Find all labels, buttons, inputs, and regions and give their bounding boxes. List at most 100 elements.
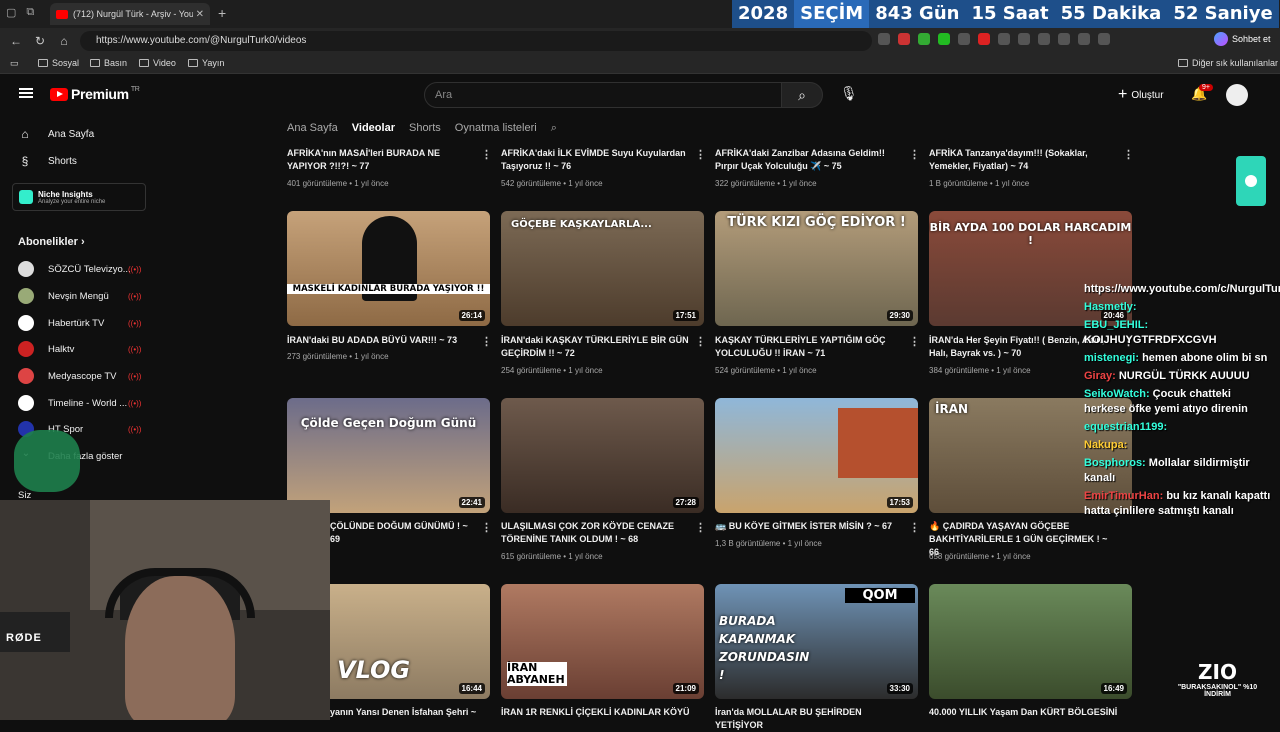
channel-avatar — [18, 261, 34, 277]
other-bookmarks[interactable]: Diğer sık kullanılanlar — [1178, 58, 1278, 68]
bookmark-folder[interactable]: Basın — [90, 58, 127, 68]
sidebar-item-sub[interactable]: Halktv ((•)) — [18, 341, 141, 357]
video-title[interactable]: KAŞKAY TÜRKLERİYLE YAPTIĞIM GÖÇ YOLCULUĞ… — [715, 334, 905, 360]
thumbnail-caption: BURADA KAPANMAK ZORUNDASIN ! — [719, 614, 810, 682]
video-title[interactable]: yanın Yansı Denen İsfahan Şehri ~ — [330, 706, 500, 719]
tab-playlists[interactable]: Oynatma listeleri — [455, 122, 537, 135]
video-title[interactable]: İran'da MOLLALAR BU ŞEHİRDEN YETİŞİYOR — [715, 706, 905, 732]
back-icon[interactable]: ← — [8, 34, 24, 48]
video-title[interactable]: ULAŞILMASI ÇOK ZOR KÖYDE CENAZE TÖRENİNE… — [501, 520, 691, 546]
video-thumbnail[interactable]: Çölde Geçen Doğum Günü 22:41 — [287, 398, 490, 513]
search-button[interactable]: ⌕ — [781, 82, 823, 108]
more-options-icon[interactable]: ⋮ — [481, 148, 492, 161]
tab-home[interactable]: Ana Sayfa — [287, 122, 338, 135]
extension-icon[interactable] — [1018, 33, 1030, 45]
home-icon[interactable]: ⌂ — [56, 34, 72, 48]
extension-icon[interactable] — [1038, 33, 1050, 45]
side-widget-button[interactable] — [1236, 156, 1266, 206]
video-thumbnail[interactable]: BURADA KAPANMAK ZORUNDASIN ! QOM 33:30 — [715, 584, 918, 699]
headphones-icon — [105, 568, 255, 618]
overlay-plant-graphic — [14, 430, 80, 492]
video-duration: 22:41 — [458, 497, 485, 508]
refresh-icon[interactable]: ↻ — [32, 34, 48, 48]
youtube-logo[interactable]: Premium TR — [50, 86, 140, 102]
more-options-icon[interactable]: ⋮ — [909, 335, 920, 348]
extension-icon[interactable] — [918, 33, 930, 45]
video-title[interactable]: 40.000 YILLIK Yaşam Dan KÜRT BÖLGESİNİ — [929, 706, 1119, 719]
video-title[interactable]: AFRİKA Tanzanya'dayım!!! (Sokaklar, Yeme… — [929, 147, 1119, 173]
more-options-icon[interactable]: ⋮ — [695, 335, 706, 348]
workspace-icon[interactable]: ▢ — [6, 6, 16, 19]
sidebar-item-sub[interactable]: Nevşin Mengü ((•)) — [18, 288, 141, 304]
extension-icons — [878, 33, 1110, 45]
more-options-icon[interactable]: ⋮ — [481, 335, 492, 348]
bookmark-folder[interactable]: Video — [139, 58, 176, 68]
channel-tabs: Ana Sayfa Videolar Shorts Oynatma listel… — [287, 122, 557, 135]
video-title[interactable]: İRAN 1R RENKLİ ÇİÇEKLİ KADINLAR KÖYÜ — [501, 706, 691, 719]
more-options-icon[interactable]: ⋮ — [481, 521, 492, 534]
countdown-hours: 15 Saat — [965, 0, 1055, 28]
video-thumbnail[interactable]: TÜRK KIZI GÖÇ EDİYOR ! 29:30 — [715, 211, 918, 326]
extension-icon[interactable] — [978, 33, 990, 45]
sidebar-item-shorts[interactable]: § Shorts — [18, 154, 77, 168]
more-options-icon[interactable]: ⋮ — [909, 148, 920, 161]
more-options-icon[interactable]: ⋮ — [1123, 148, 1134, 161]
video-thumbnail[interactable]: İRAN ABYANEH 21:09 — [501, 584, 704, 699]
browser-tab-youtube[interactable]: (712) Nurgül Türk - Arşiv - YouTube ✕ — [50, 3, 210, 25]
niche-insights-banner[interactable]: Niche Insights Analyze your entire niche — [12, 183, 146, 211]
video-thumbnail[interactable]: 17:53 — [715, 398, 918, 513]
extension-icon[interactable] — [1098, 33, 1110, 45]
video-thumbnail[interactable]: 16:49 — [929, 584, 1132, 699]
video-title[interactable]: AFRİKA'daki İLK EVİMDE Suyu Kuyulardan T… — [501, 147, 691, 173]
url-field[interactable]: https://www.youtube.com/@NurgulTurk0/vid… — [80, 31, 872, 51]
tab-shorts[interactable]: Shorts — [409, 122, 441, 135]
sidebar-item-sub[interactable]: Medyascope TV ((•)) — [18, 368, 141, 384]
chat-user: EBU_JEHIL: — [1084, 319, 1149, 331]
video-thumbnail[interactable]: 27:28 — [501, 398, 704, 513]
video-title[interactable]: ÇÖLÜNDE DOĞUM GÜNÜMÜ ! ~ 69 — [330, 520, 480, 546]
new-tab-button[interactable]: + — [218, 5, 226, 21]
extension-icon[interactable] — [1078, 33, 1090, 45]
voice-search-icon[interactable]: 🎙 — [840, 85, 858, 102]
tab-title: (712) Nurgül Türk - Arşiv - YouTube — [73, 9, 193, 19]
copilot-chat-button[interactable]: Sohbet et — [1214, 32, 1271, 46]
folder-icon — [90, 59, 100, 67]
extension-icon[interactable] — [958, 33, 970, 45]
subscriptions-heading[interactable]: Abonelikler › — [18, 236, 85, 248]
extension-icon[interactable] — [1058, 33, 1070, 45]
video-title[interactable]: İRAN'daki KAŞKAY TÜRKLERİYLE BİR GÜN GEÇ… — [501, 334, 691, 360]
bookmark-folder[interactable]: Sosyal — [38, 58, 79, 68]
video-title[interactable]: 🚌 BU KÖYE GİTMEK İSTER MİSİN ? ~ 67 — [715, 520, 905, 533]
sidebar-item-sub[interactable]: Timeline - World ... ((•)) — [18, 395, 141, 411]
more-options-icon[interactable]: ⋮ — [909, 521, 920, 534]
bookmark-folder[interactable]: Yayın — [188, 58, 224, 68]
extension-icon[interactable] — [898, 33, 910, 45]
chat-user: Bosphoros: — [1084, 457, 1146, 469]
extension-icon[interactable] — [998, 33, 1010, 45]
avatar[interactable] — [1226, 84, 1248, 106]
extension-icon[interactable] — [938, 33, 950, 45]
channel-search-icon[interactable]: ⌕ — [551, 122, 557, 135]
bookmarks-menu-icon[interactable]: ▭ — [10, 58, 19, 69]
video-title[interactable]: İRAN'daki BU ADADA BÜYÜ VAR!!! ~ 73 — [287, 334, 477, 347]
sidebar-item-home[interactable]: ⌂ Ana Sayfa — [18, 127, 94, 141]
video-thumbnail[interactable]: GÖÇEBE KAŞKAYLARLA... 17:51 — [501, 211, 704, 326]
tab-videos[interactable]: Videolar — [352, 122, 395, 135]
election-countdown: 2028 SEÇİM 843 Gün 15 Saat 55 Dakika 52 … — [732, 0, 1279, 28]
tab-actions-icon[interactable]: ⧉ — [26, 6, 34, 19]
close-tab-icon[interactable]: ✕ — [196, 9, 204, 20]
more-options-icon[interactable]: ⋮ — [695, 148, 706, 161]
more-options-icon[interactable]: ⋮ — [695, 521, 706, 534]
video-title[interactable]: AFRİKA'nın MASAİ'leri BURADA NE YAPIYOR … — [287, 147, 477, 173]
sidebar-item-sub[interactable]: SÖZCÜ Televizyo... ((•)) — [18, 261, 141, 277]
video-thumbnail[interactable]: MASKELİ KADINLAR BURADA YAŞIYOR !! 26:14 — [287, 211, 490, 326]
sidebar-item-sub[interactable]: Habertürk TV ((•)) — [18, 315, 141, 331]
logo-text: Premium — [71, 86, 129, 102]
menu-icon[interactable] — [19, 88, 33, 98]
video-title[interactable]: AFRİKA'daki Zanzibar Adasına Geldim!! Pı… — [715, 147, 905, 173]
folder-icon — [38, 59, 48, 67]
extension-icon[interactable] — [878, 33, 890, 45]
youtube-header: Premium TR Ara ⌕ 🎙 + Oluştur 🔔 9+ — [0, 75, 1280, 115]
create-button[interactable]: + Oluştur — [1118, 86, 1164, 104]
search-input[interactable]: Ara — [424, 82, 782, 108]
